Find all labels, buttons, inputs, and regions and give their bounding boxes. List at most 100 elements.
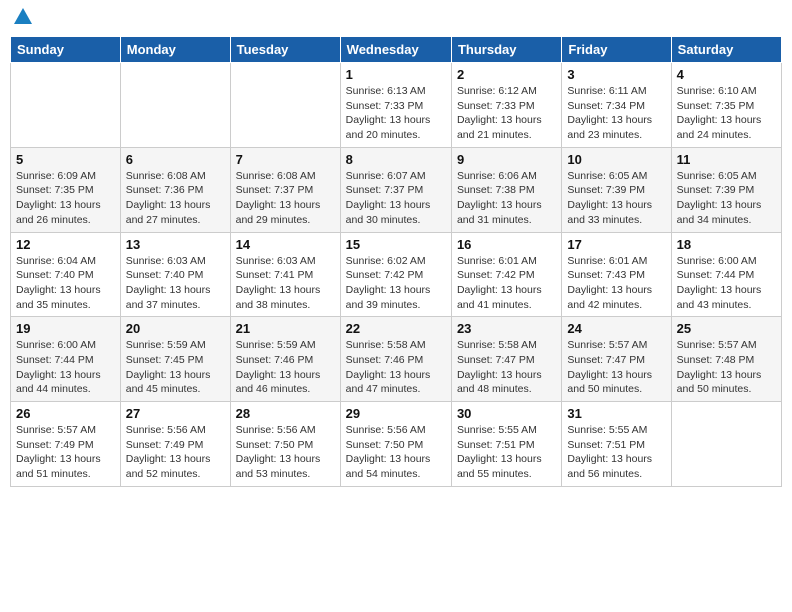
calendar-cell: 8 Sunrise: 6:07 AM Sunset: 7:37 PM Daylig… xyxy=(340,147,451,232)
calendar-cell: 3 Sunrise: 6:11 AM Sunset: 7:34 PM Daylig… xyxy=(562,63,671,148)
day-number: 7 xyxy=(236,152,335,167)
day-number: 10 xyxy=(567,152,665,167)
day-number: 29 xyxy=(346,406,446,421)
calendar-week-row: 1 Sunrise: 6:13 AM Sunset: 7:33 PM Daylig… xyxy=(11,63,782,148)
calendar-week-row: 19Sunrise: 6:00 AM Sunset: 7:44 PM Dayli… xyxy=(11,317,782,402)
calendar-cell: 13 Sunrise: 6:03 AM Sunset: 7:40 PM Dayli… xyxy=(120,232,230,317)
calendar-cell: 7 Sunrise: 6:08 AM Sunset: 7:37 PM Daylig… xyxy=(230,147,340,232)
column-header-wednesday: Wednesday xyxy=(340,37,451,63)
cell-content: Sunrise: 6:13 AM Sunset: 7:33 PM Dayligh… xyxy=(346,84,446,143)
calendar-cell: 23 Sunrise: 5:58 AM Sunset: 7:47 PM Dayli… xyxy=(451,317,561,402)
day-number: 14 xyxy=(236,237,335,252)
column-header-friday: Friday xyxy=(562,37,671,63)
day-number: 8 xyxy=(346,152,446,167)
calendar-cell xyxy=(230,63,340,148)
calendar-cell: 30Sunrise: 5:55 AM Sunset: 7:51 PM Dayli… xyxy=(451,402,561,487)
cell-content: Sunrise: 5:56 AM Sunset: 7:50 PM Dayligh… xyxy=(346,423,446,482)
cell-content: Sunrise: 6:12 AM Sunset: 7:33 PM Dayligh… xyxy=(457,84,556,143)
calendar-cell: 22 Sunrise: 5:58 AM Sunset: 7:46 PM Dayli… xyxy=(340,317,451,402)
cell-content: Sunrise: 6:05 AM Sunset: 7:39 PM Dayligh… xyxy=(567,169,665,228)
cell-content: Sunrise: 6:03 AM Sunset: 7:41 PM Dayligh… xyxy=(236,254,335,313)
calendar-cell: 20Sunrise: 5:59 AM Sunset: 7:45 PM Dayli… xyxy=(120,317,230,402)
calendar-cell: 21Sunrise: 5:59 AM Sunset: 7:46 PM Dayli… xyxy=(230,317,340,402)
cell-content: Sunrise: 6:01 AM Sunset: 7:43 PM Dayligh… xyxy=(567,254,665,313)
calendar-week-row: 12 Sunrise: 6:04 AM Sunset: 7:40 PM Dayli… xyxy=(11,232,782,317)
calendar-cell: 16 Sunrise: 6:01 AM Sunset: 7:42 PM Dayli… xyxy=(451,232,561,317)
column-header-sunday: Sunday xyxy=(11,37,121,63)
day-number: 31 xyxy=(567,406,665,421)
day-number: 27 xyxy=(126,406,225,421)
day-number: 13 xyxy=(126,237,225,252)
calendar-cell xyxy=(11,63,121,148)
cell-content: Sunrise: 6:06 AM Sunset: 7:38 PM Dayligh… xyxy=(457,169,556,228)
calendar-cell: 2Sunrise: 6:12 AM Sunset: 7:33 PM Daylig… xyxy=(451,63,561,148)
calendar-cell xyxy=(671,402,781,487)
cell-content: Sunrise: 6:08 AM Sunset: 7:36 PM Dayligh… xyxy=(126,169,225,228)
day-number: 23 xyxy=(457,321,556,336)
cell-content: Sunrise: 5:55 AM Sunset: 7:51 PM Dayligh… xyxy=(567,423,665,482)
calendar-cell: 25 Sunrise: 5:57 AM Sunset: 7:48 PM Dayli… xyxy=(671,317,781,402)
calendar-cell: 24 Sunrise: 5:57 AM Sunset: 7:47 PM Dayli… xyxy=(562,317,671,402)
calendar-week-row: 5 Sunrise: 6:09 AM Sunset: 7:35 PM Daylig… xyxy=(11,147,782,232)
calendar-cell: 4 Sunrise: 6:10 AM Sunset: 7:35 PM Daylig… xyxy=(671,63,781,148)
day-number: 5 xyxy=(16,152,115,167)
day-number: 12 xyxy=(16,237,115,252)
cell-content: Sunrise: 6:09 AM Sunset: 7:35 PM Dayligh… xyxy=(16,169,115,228)
day-number: 19 xyxy=(16,321,115,336)
cell-content: Sunrise: 6:05 AM Sunset: 7:39 PM Dayligh… xyxy=(677,169,776,228)
cell-content: Sunrise: 5:57 AM Sunset: 7:47 PM Dayligh… xyxy=(567,338,665,397)
cell-content: Sunrise: 5:56 AM Sunset: 7:49 PM Dayligh… xyxy=(126,423,225,482)
day-number: 18 xyxy=(677,237,776,252)
day-number: 3 xyxy=(567,67,665,82)
cell-content: Sunrise: 6:02 AM Sunset: 7:42 PM Dayligh… xyxy=(346,254,446,313)
cell-content: Sunrise: 5:55 AM Sunset: 7:51 PM Dayligh… xyxy=(457,423,556,482)
cell-content: Sunrise: 6:03 AM Sunset: 7:40 PM Dayligh… xyxy=(126,254,225,313)
cell-content: Sunrise: 6:11 AM Sunset: 7:34 PM Dayligh… xyxy=(567,84,665,143)
day-number: 26 xyxy=(16,406,115,421)
day-number: 9 xyxy=(457,152,556,167)
calendar-cell: 5 Sunrise: 6:09 AM Sunset: 7:35 PM Daylig… xyxy=(11,147,121,232)
cell-content: Sunrise: 5:57 AM Sunset: 7:48 PM Dayligh… xyxy=(677,338,776,397)
cell-content: Sunrise: 6:01 AM Sunset: 7:42 PM Dayligh… xyxy=(457,254,556,313)
cell-content: Sunrise: 6:07 AM Sunset: 7:37 PM Dayligh… xyxy=(346,169,446,228)
day-number: 21 xyxy=(236,321,335,336)
day-number: 11 xyxy=(677,152,776,167)
column-header-thursday: Thursday xyxy=(451,37,561,63)
day-number: 28 xyxy=(236,406,335,421)
column-header-monday: Monday xyxy=(120,37,230,63)
day-number: 4 xyxy=(677,67,776,82)
day-number: 16 xyxy=(457,237,556,252)
cell-content: Sunrise: 5:58 AM Sunset: 7:47 PM Dayligh… xyxy=(457,338,556,397)
calendar-header-row: SundayMondayTuesdayWednesdayThursdayFrid… xyxy=(11,37,782,63)
cell-content: Sunrise: 5:57 AM Sunset: 7:49 PM Dayligh… xyxy=(16,423,115,482)
calendar-cell: 17 Sunrise: 6:01 AM Sunset: 7:43 PM Dayli… xyxy=(562,232,671,317)
calendar-cell: 31 Sunrise: 5:55 AM Sunset: 7:51 PM Dayli… xyxy=(562,402,671,487)
calendar-cell: 6 Sunrise: 6:08 AM Sunset: 7:36 PM Daylig… xyxy=(120,147,230,232)
cell-content: Sunrise: 6:08 AM Sunset: 7:37 PM Dayligh… xyxy=(236,169,335,228)
calendar-cell: 12 Sunrise: 6:04 AM Sunset: 7:40 PM Dayli… xyxy=(11,232,121,317)
day-number: 1 xyxy=(346,67,446,82)
calendar-cell: 1 Sunrise: 6:13 AM Sunset: 7:33 PM Daylig… xyxy=(340,63,451,148)
calendar-table: SundayMondayTuesdayWednesdayThursdayFrid… xyxy=(10,36,782,487)
cell-content: Sunrise: 6:04 AM Sunset: 7:40 PM Dayligh… xyxy=(16,254,115,313)
calendar-cell: 10 Sunrise: 6:05 AM Sunset: 7:39 PM Dayli… xyxy=(562,147,671,232)
calendar-cell: 9 Sunrise: 6:06 AM Sunset: 7:38 PM Daylig… xyxy=(451,147,561,232)
calendar-cell: 28Sunrise: 5:56 AM Sunset: 7:50 PM Dayli… xyxy=(230,402,340,487)
day-number: 22 xyxy=(346,321,446,336)
column-header-tuesday: Tuesday xyxy=(230,37,340,63)
column-header-saturday: Saturday xyxy=(671,37,781,63)
calendar-week-row: 26 Sunrise: 5:57 AM Sunset: 7:49 PM Dayli… xyxy=(11,402,782,487)
logo-icon xyxy=(12,6,34,28)
day-number: 25 xyxy=(677,321,776,336)
calendar-cell xyxy=(120,63,230,148)
day-number: 15 xyxy=(346,237,446,252)
cell-content: Sunrise: 5:58 AM Sunset: 7:46 PM Dayligh… xyxy=(346,338,446,397)
calendar-cell: 15 Sunrise: 6:02 AM Sunset: 7:42 PM Dayli… xyxy=(340,232,451,317)
day-number: 6 xyxy=(126,152,225,167)
day-number: 17 xyxy=(567,237,665,252)
calendar-cell: 14 Sunrise: 6:03 AM Sunset: 7:41 PM Dayli… xyxy=(230,232,340,317)
calendar-cell: 27 Sunrise: 5:56 AM Sunset: 7:49 PM Dayli… xyxy=(120,402,230,487)
calendar-cell: 19Sunrise: 6:00 AM Sunset: 7:44 PM Dayli… xyxy=(11,317,121,402)
day-number: 24 xyxy=(567,321,665,336)
cell-content: Sunrise: 6:10 AM Sunset: 7:35 PM Dayligh… xyxy=(677,84,776,143)
